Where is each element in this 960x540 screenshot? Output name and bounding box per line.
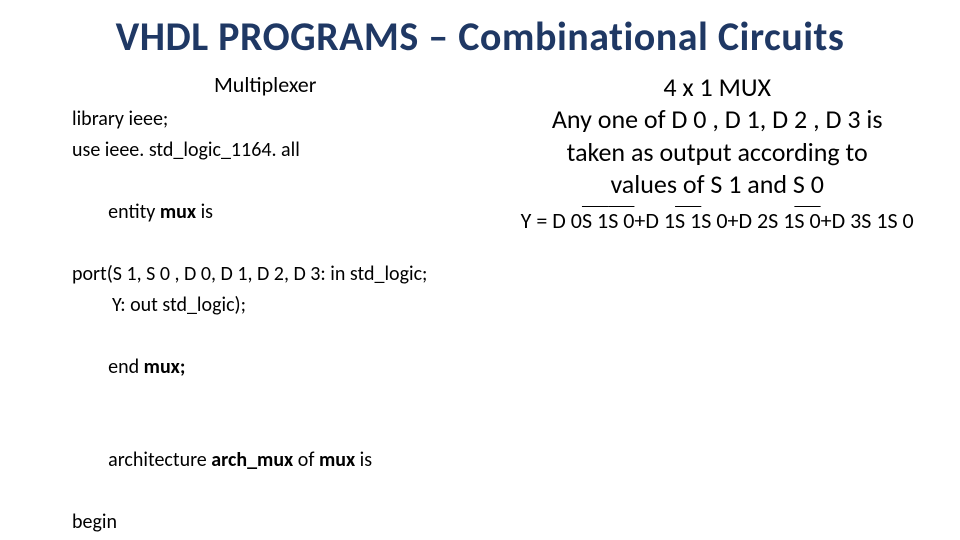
text: entity [108, 200, 160, 224]
eq-part: S 0 [887, 207, 913, 234]
eq-part: +D 2 [728, 207, 769, 234]
content-columns: Multiplexer library ieee; use ieee. std_… [40, 69, 920, 540]
multiplexer-heading: Multiplexer [32, 71, 498, 98]
text: is [201, 200, 213, 224]
mux-desc: taken as output according to [514, 136, 920, 169]
text: is [360, 448, 372, 472]
mux-desc: values of S 1 and S 0 [514, 168, 920, 201]
code-line: end mux; [72, 321, 498, 414]
code-line: Y: out std_logic); [72, 290, 498, 321]
left-column: Multiplexer library ieee; use ieee. std_… [40, 69, 506, 540]
keyword: mux [160, 200, 201, 224]
eq-overline: S 0 [608, 207, 634, 234]
code-line: entity mux is [72, 166, 498, 259]
mux-desc: Any one of D 0 , D 1, D 2 , D 3 is [514, 103, 920, 136]
text: architecture [108, 448, 211, 472]
slide: VHDL PROGRAMS – Combinational Circuits M… [0, 0, 960, 540]
eq-part: +D 1 [634, 207, 675, 234]
keyword: arch_mux [211, 448, 297, 472]
eq-part: S 1 [861, 207, 887, 234]
keyword: mux; [144, 355, 186, 379]
equation-text: Y = D 0S 1S 0+D 1S 1S 0+D 2S 1S 0+D 3S 1… [521, 207, 914, 234]
text: of [298, 448, 319, 472]
eq-overline: S 0 [794, 207, 820, 234]
code-line: architecture arch_mux of mux is [72, 414, 498, 507]
text: end [108, 355, 144, 379]
eq-part: Y = D 0 [521, 207, 582, 234]
boolean-equation: Y = D 0S 1S 0+D 1S 1S 0+D 2S 1S 0+D 3S 1… [514, 207, 920, 234]
right-column: 4 x 1 MUX Any one of D 0 , D 1, D 2 , D … [506, 69, 920, 540]
keyword: mux [319, 448, 360, 472]
eq-overline: S 1 [582, 207, 608, 234]
eq-overline: S 1 [675, 207, 701, 234]
eq-part: +D 3 [821, 207, 862, 234]
code-line: library ieee; [72, 104, 498, 135]
eq-part: S 0 [701, 207, 727, 234]
eq-part: S 1 [768, 207, 794, 234]
code-line: begin [72, 507, 498, 538]
code-line: port(S 1, S 0 , D 0, D 1, D 2, D 3: in s… [72, 259, 498, 290]
code-line: use ieee. std_logic_1164. all [72, 135, 498, 166]
mux-heading: 4 x 1 MUX [514, 71, 920, 103]
slide-title: VHDL PROGRAMS – Combinational Circuits [40, 12, 920, 61]
